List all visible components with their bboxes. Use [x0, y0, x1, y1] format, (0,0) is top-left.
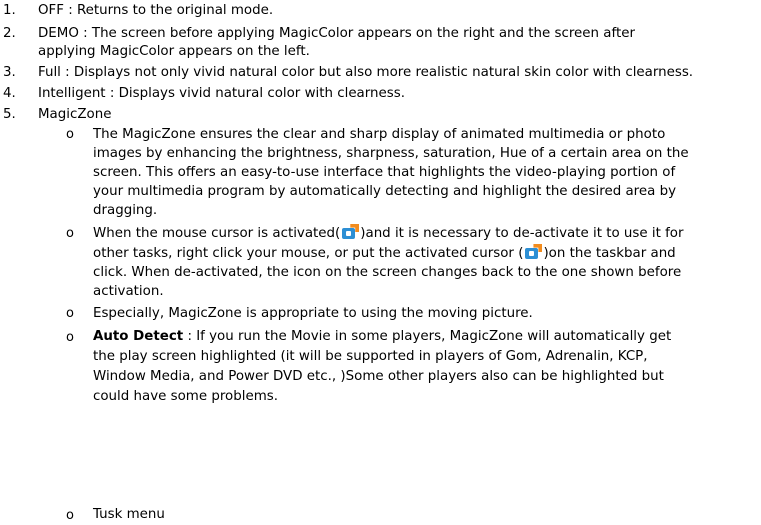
sub-item-3-line-1: Especially, MagicZone is appropriate to … — [93, 306, 533, 321]
sub-bullet-5: o — [66, 508, 74, 523]
magiczone-cursor-icon — [341, 224, 360, 240]
sub-item-1-line-4: your multimedia program by automatically… — [93, 184, 676, 199]
sub-bullet-4: o — [66, 330, 74, 345]
list-item-2-text-cont: applying MagicColor appears on the left. — [38, 44, 310, 59]
list-item-1-text: OFF : Returns to the original mode. — [38, 3, 274, 18]
sub-item-1-line-2: images by enhancing the brightness, shar… — [93, 146, 689, 161]
manual-page: 1. OFF : Returns to the original mode. 2… — [3, 3, 694, 523]
sub-item-4-line-3: Window Media, and Power DVD etc., )Some … — [93, 369, 664, 384]
sub-bullet-2: o — [66, 226, 74, 241]
sub-item-5-line-1: Tusk menu — [93, 507, 165, 522]
sub-bullet-3: o — [66, 306, 74, 321]
sub-item-4-line-2: the play screen highlighted (it will be … — [93, 349, 648, 364]
list-item-5-text: MagicZone — [38, 107, 112, 122]
sub-item-2-line-4: activation. — [93, 284, 164, 299]
sub-item-2-line-2: other tasks, right click your mouse, or … — [93, 244, 676, 261]
sub-item-2-line-1: When the mouse cursor is activated()and … — [93, 224, 684, 241]
sub-item-1-line-5: dragging. — [93, 203, 158, 218]
sub-item-1-line-1: The MagicZone ensures the clear and shar… — [93, 127, 666, 142]
sub-item-4-line-1: Auto Detect : If you run the Movie in so… — [93, 329, 672, 344]
list-item-3-text: Full : Displays not only vivid natural c… — [38, 65, 694, 80]
sub-item-4-line-4: could have some problems. — [93, 389, 278, 404]
sub-bullet-1: o — [66, 127, 74, 142]
list-item-4-text: Intelligent : Displays vivid natural col… — [38, 86, 405, 101]
sub-item-2-line-3: click. When de-activated, the icon on th… — [93, 265, 682, 280]
magiczone-cursor-icon — [524, 244, 543, 260]
list-item-2-text: DEMO : The screen before applying MagicC… — [38, 26, 635, 41]
sub-item-1-line-3: screen. This offers an easy-to-use inter… — [93, 165, 676, 180]
